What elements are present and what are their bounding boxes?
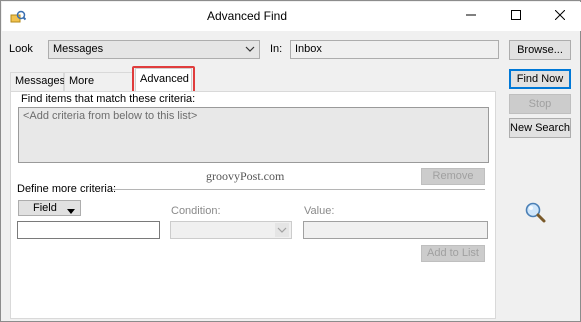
value-label: Value: — [304, 205, 335, 217]
field-name-input[interactable] — [17, 221, 160, 239]
field-button-label: Field — [33, 202, 57, 214]
maximize-button[interactable] — [496, 3, 536, 30]
maximize-icon — [511, 10, 521, 23]
caret-down-icon — [67, 205, 75, 219]
condition-label: Condition: — [171, 205, 221, 217]
new-search-button[interactable]: New Search — [509, 118, 571, 138]
chevron-down-icon — [245, 44, 255, 57]
browse-button[interactable]: Browse... — [509, 40, 571, 60]
close-button[interactable] — [540, 3, 580, 30]
search-icon — [523, 200, 547, 227]
advanced-tab-highlight — [132, 66, 195, 93]
window-title: Advanced Find — [206, 9, 288, 23]
chevron-down-icon — [275, 223, 289, 237]
in-folder-value: Inbox — [295, 43, 322, 55]
field-dropdown-button[interactable]: Field — [18, 200, 81, 216]
close-icon — [554, 9, 566, 23]
stop-button[interactable]: Stop — [509, 94, 571, 114]
advanced-find-window: Advanced Find Look Messages In: Inbox Br… — [0, 0, 581, 322]
tab-messages[interactable]: Messages — [10, 72, 65, 91]
remove-button[interactable]: Remove — [421, 168, 485, 185]
look-select-value: Messages — [53, 43, 104, 55]
look-label: Look — [9, 43, 33, 55]
advanced-tab-panel: Find items that match these criteria: <A… — [10, 91, 496, 319]
add-to-list-button[interactable]: Add to List — [421, 245, 485, 262]
look-select[interactable]: Messages — [48, 40, 260, 59]
minimize-button[interactable] — [451, 3, 491, 30]
in-folder-field[interactable]: Inbox — [290, 40, 499, 59]
condition-select[interactable] — [170, 221, 292, 239]
find-now-button[interactable]: Find Now — [509, 69, 571, 89]
title-bar: Advanced Find — [2, 2, 581, 31]
tab-more-choices[interactable]: More Choices — [64, 72, 133, 104]
minimize-icon — [466, 10, 476, 23]
criteria-list[interactable]: <Add criteria from below to this list> — [18, 107, 489, 163]
criteria-list-placeholder: <Add criteria from below to this list> — [23, 110, 198, 122]
criteria-heading: Find items that match these criteria: — [21, 93, 196, 105]
value-input[interactable] — [303, 221, 488, 239]
define-heading: Define more criteria: — [17, 183, 117, 195]
define-separator — [112, 189, 485, 190]
watermark-text: groovyPost.com — [206, 169, 285, 183]
in-label: In: — [270, 43, 283, 55]
